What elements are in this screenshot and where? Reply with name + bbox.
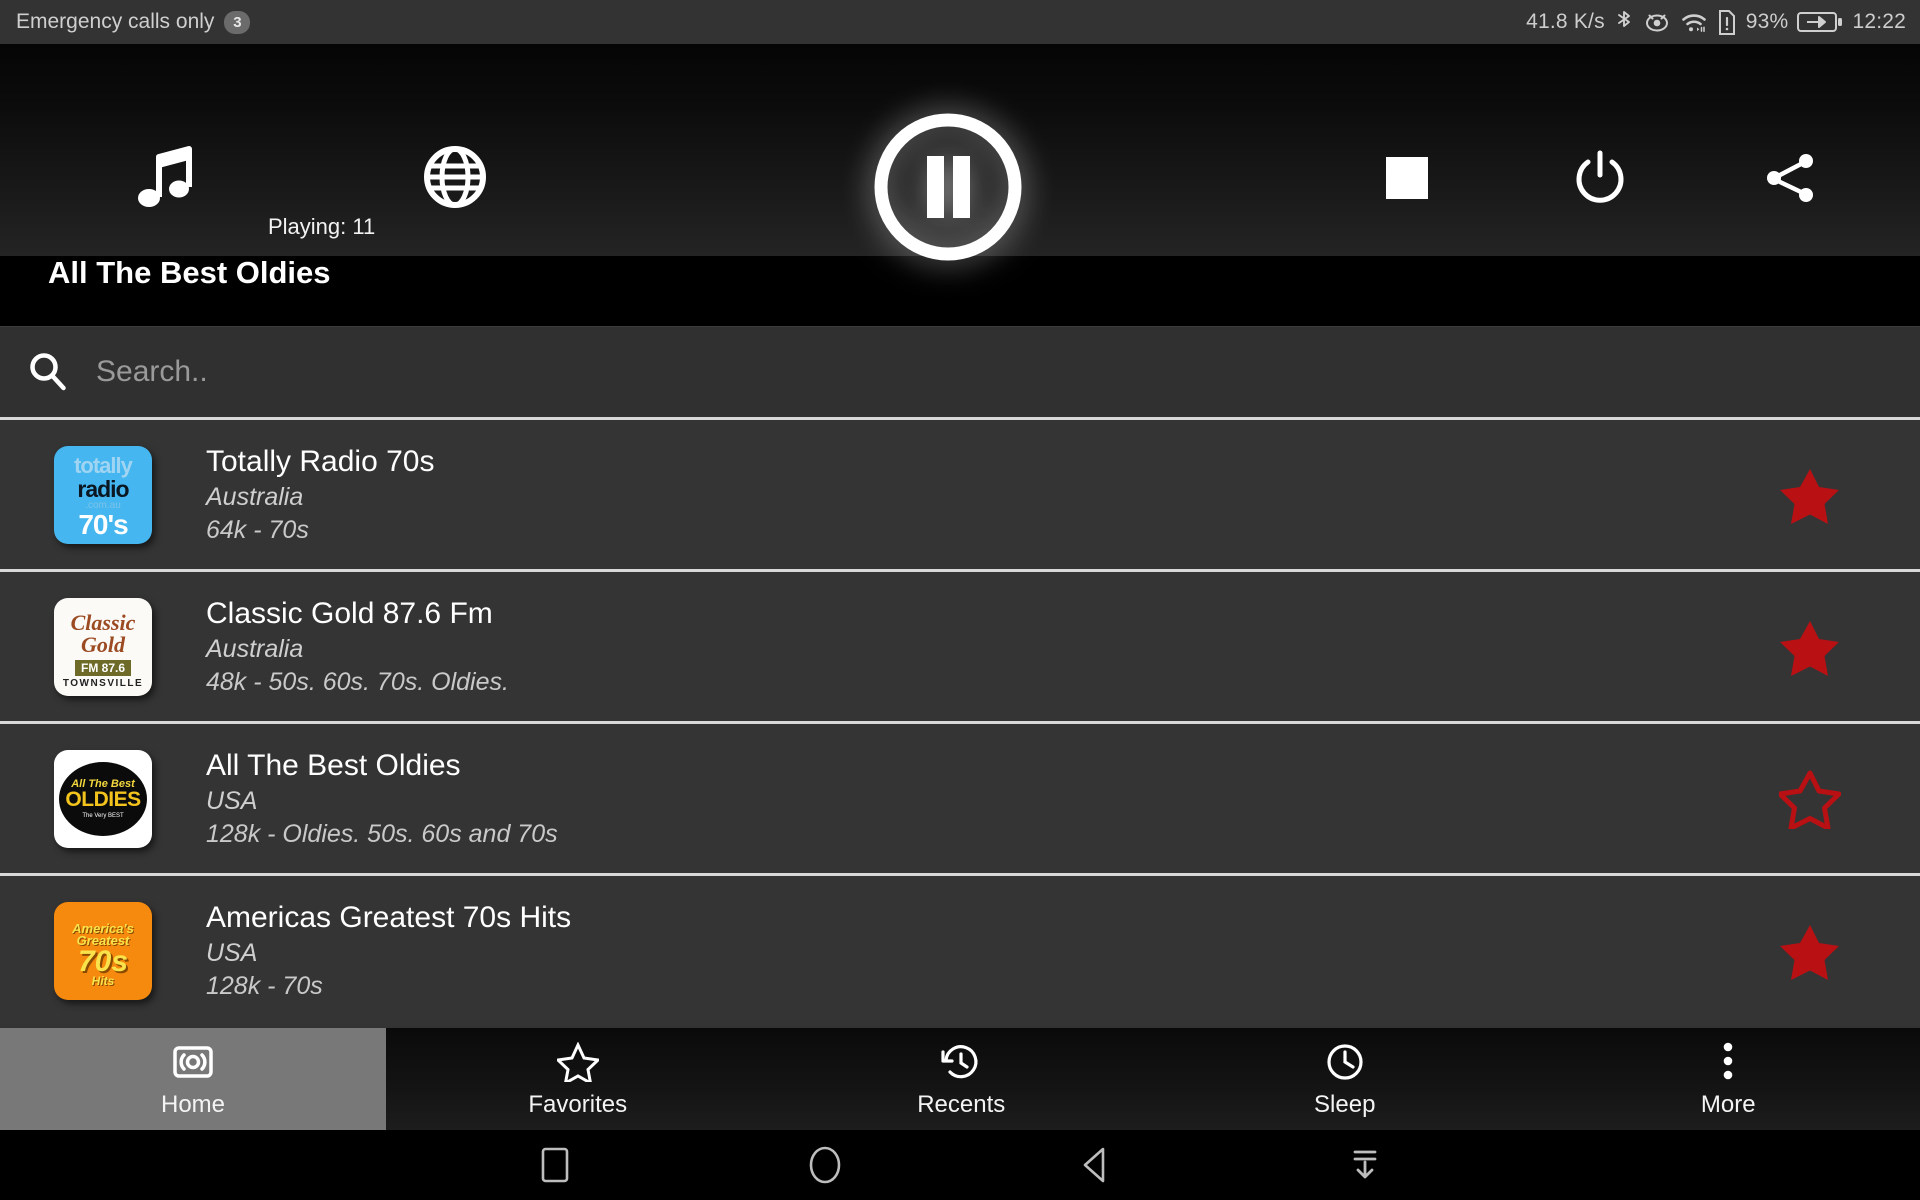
logo-line-2: Gold — [81, 632, 125, 657]
station-logo-cell: All The Best OLDIES The Very BEST — [0, 749, 206, 848]
station-logo: America's Greatest 70s Hits — [54, 901, 152, 1000]
tab-label: Sleep — [1314, 1090, 1376, 1118]
bottom-navigation: Home Favorites Recents Sleep More — [0, 1028, 1920, 1130]
stop-button[interactable] — [1385, 156, 1429, 200]
favorite-toggle[interactable] — [1700, 617, 1920, 677]
favorite-toggle[interactable] — [1700, 465, 1920, 525]
station-logo: All The Best OLDIES The Very BEST — [54, 749, 152, 848]
station-meta: 128k - 70s — [206, 972, 323, 1000]
logo-line-4: TOWNSVILLE — [62, 678, 144, 689]
carrier-label: Emergency calls only — [16, 10, 215, 33]
station-logo: totally radio .com.au 70's — [54, 445, 152, 544]
table-row[interactable]: America's Greatest 70s Hits Americas Gre… — [0, 873, 1920, 1025]
radio-icon — [172, 1040, 214, 1084]
station-country: Australia — [206, 634, 304, 663]
status-bar-left: Emergency calls only 3 — [16, 10, 251, 34]
star-icon-filled — [1780, 468, 1839, 524]
favorite-toggle[interactable] — [1700, 769, 1920, 829]
station-logo-cell: Classic Gold FM 87.6 TOWNSVILLE — [0, 597, 206, 696]
favorite-toggle[interactable] — [1700, 921, 1920, 981]
search-bar[interactable] — [0, 326, 1920, 417]
tab-home[interactable]: Home — [0, 1028, 386, 1130]
eye-icon — [1643, 9, 1671, 35]
station-country: USA — [206, 786, 258, 815]
status-bar-right: 41.8 K/s 93% 12:22 — [1526, 9, 1906, 36]
logo-line-3: The Very BEST — [82, 813, 124, 819]
tab-more[interactable]: More — [1536, 1028, 1920, 1130]
clock-label: 12:22 — [1852, 10, 1906, 33]
tab-label: Recents — [917, 1090, 1006, 1118]
station-meta: 64k - 70s — [206, 516, 309, 544]
sim-alert-icon — [1717, 9, 1737, 36]
star-icon — [556, 1040, 599, 1084]
star-icon-outline — [1779, 770, 1841, 829]
logo-line-3: FM 87.6 — [74, 660, 131, 676]
globe-icon[interactable] — [422, 144, 488, 210]
station-info: All The Best Oldies USA 128k - Oldies. 5… — [206, 749, 1700, 849]
logo-line-4: Hits — [91, 974, 115, 988]
station-name: All The Best Oldies — [206, 748, 461, 782]
recents-square-icon[interactable] — [520, 1130, 590, 1200]
wifi-icon — [1680, 9, 1708, 35]
logo-line-2: OLDIES — [65, 788, 141, 811]
station-info: Totally Radio 70s Australia 64k - 70s — [206, 445, 1700, 545]
tab-label: Home — [160, 1090, 226, 1118]
history-icon — [940, 1040, 982, 1084]
logo-line-2: radio — [77, 475, 129, 502]
music-note-icon[interactable] — [132, 144, 204, 216]
app-root: Emergency calls only 3 41.8 K/s 93% 12:2… — [0, 0, 1920, 1200]
star-icon-filled — [1780, 924, 1839, 980]
table-row[interactable]: All The Best OLDIES The Very BEST All Th… — [0, 721, 1920, 873]
station-logo: Classic Gold FM 87.6 TOWNSVILLE — [54, 597, 152, 696]
vinyl-record-icon: All The Best OLDIES The Very BEST — [59, 761, 147, 836]
table-row[interactable]: totally radio .com.au 70's Totally Radio… — [0, 417, 1920, 569]
power-button[interactable] — [1570, 148, 1630, 208]
share-button[interactable] — [1760, 148, 1820, 208]
station-country: USA — [206, 938, 258, 967]
logo-line-4: 70's — [78, 508, 128, 540]
station-list[interactable]: totally radio .com.au 70's Totally Radio… — [0, 417, 1920, 1028]
station-name: Totally Radio 70s — [206, 444, 435, 478]
station-country: Australia — [206, 482, 304, 511]
station-logo-cell: totally radio .com.au 70's — [0, 445, 206, 544]
station-info: Americas Greatest 70s Hits USA 128k - 70… — [206, 901, 1700, 1001]
bluetooth-icon — [1614, 9, 1634, 35]
tab-label: More — [1700, 1090, 1756, 1118]
station-info: Classic Gold 87.6 Fm Australia 48k - 50s… — [206, 597, 1700, 697]
table-row[interactable]: Classic Gold FM 87.6 TOWNSVILLE Classic … — [0, 569, 1920, 721]
player-header: Playing: 11 — [0, 44, 1920, 261]
hide-navbar-icon[interactable] — [1330, 1130, 1400, 1200]
android-navigation-bar — [0, 1130, 1920, 1200]
pause-button[interactable] — [865, 104, 1031, 270]
battery-percent-label: 93% — [1745, 10, 1789, 33]
clock-icon — [1324, 1040, 1366, 1084]
playing-count-label: Playing: 11 — [268, 214, 376, 239]
now-playing-title: All The Best Oldies — [48, 255, 331, 290]
notification-count-badge: 3 — [224, 10, 251, 34]
tab-label: Favorites — [528, 1090, 628, 1118]
station-meta: 48k - 50s. 60s. 70s. Oldies. — [206, 668, 509, 696]
tab-recents[interactable]: Recents — [769, 1028, 1153, 1130]
back-triangle-icon[interactable] — [1060, 1130, 1130, 1200]
search-icon — [22, 350, 74, 394]
station-logo-cell: America's Greatest 70s Hits — [0, 901, 206, 1000]
station-meta: 128k - Oldies. 50s. 60s and 70s — [206, 820, 558, 848]
tab-favorites[interactable]: Favorites — [386, 1028, 770, 1130]
tab-sleep[interactable]: Sleep — [1153, 1028, 1537, 1130]
stop-icon — [1386, 157, 1428, 199]
more-vert-icon — [1718, 1040, 1738, 1084]
station-name: Americas Greatest 70s Hits — [206, 900, 572, 934]
network-speed-label: 41.8 K/s — [1526, 10, 1605, 33]
station-name: Classic Gold 87.6 Fm — [206, 596, 493, 630]
star-icon-filled — [1780, 620, 1839, 676]
home-circle-icon[interactable] — [790, 1130, 860, 1200]
status-bar: Emergency calls only 3 41.8 K/s 93% 12:2… — [0, 0, 1920, 44]
search-input[interactable] — [96, 355, 1396, 389]
battery-charging-icon — [1797, 10, 1843, 34]
